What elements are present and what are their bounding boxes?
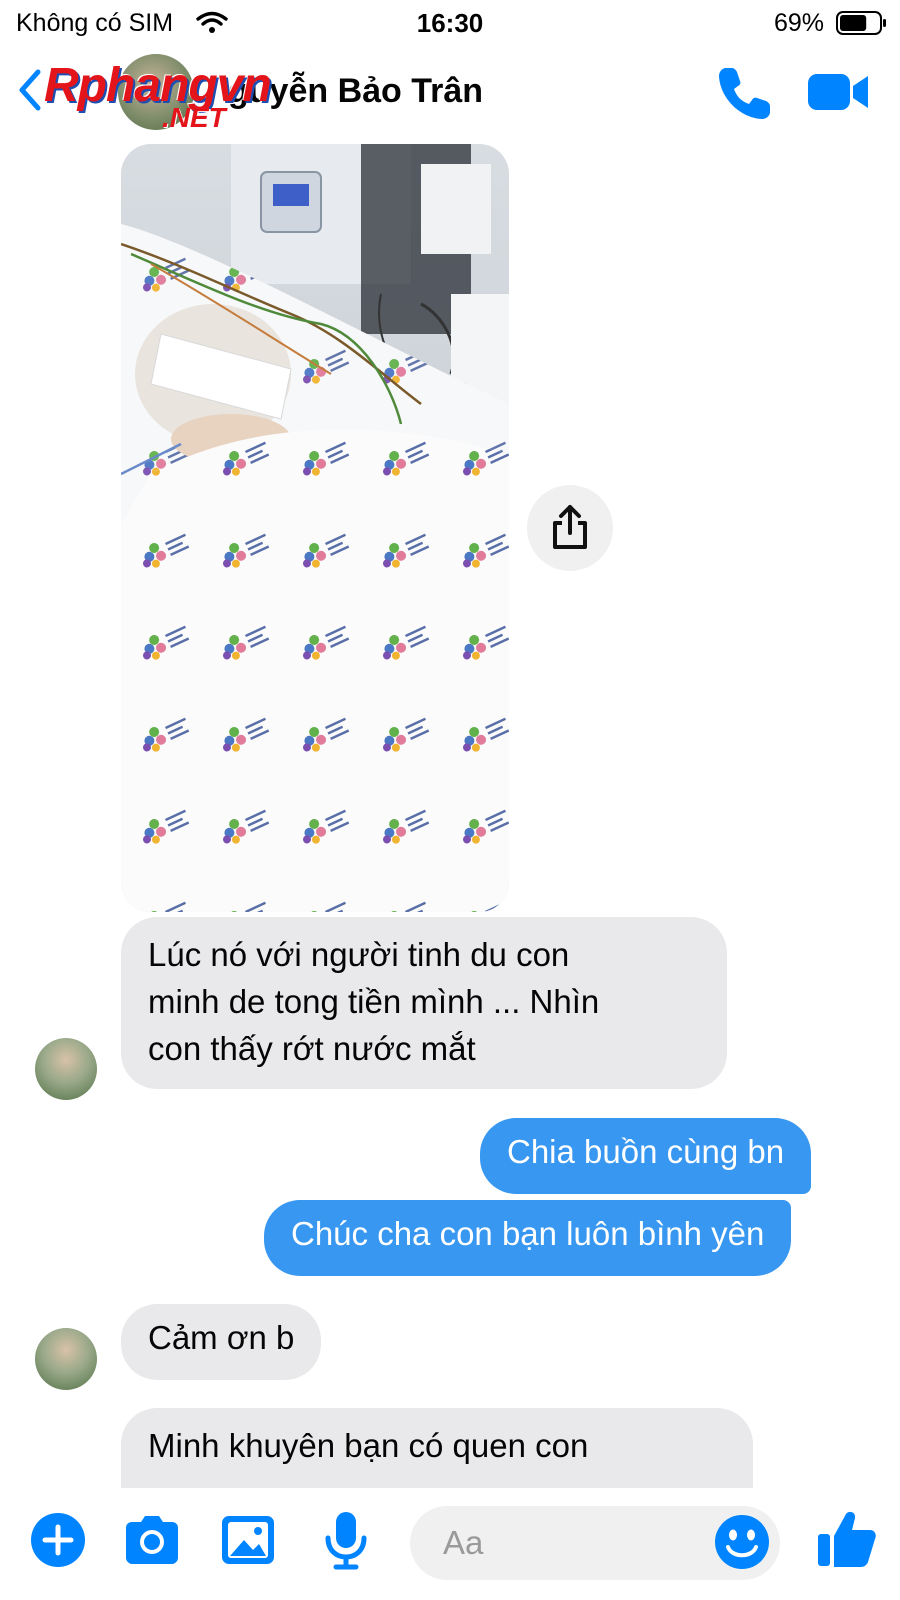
message-line: Lúc nó với người tinh du con bbox=[148, 936, 570, 973]
emoji-icon[interactable] bbox=[714, 1514, 770, 1570]
back-chevron-icon[interactable] bbox=[18, 68, 42, 112]
message-line: minh de tong tiền mình ... Nhìn bbox=[148, 983, 600, 1020]
battery-percent: 69% bbox=[774, 9, 825, 37]
hospital-photo-image bbox=[121, 144, 509, 912]
clock: 16:30 bbox=[416, 8, 484, 38]
message-incoming[interactable]: Minh khuyên bạn có quen con bbox=[121, 1408, 753, 1488]
watermark-domain: .NET bbox=[162, 102, 226, 133]
message-text: Cảm ơn b bbox=[148, 1319, 295, 1356]
image-icon[interactable] bbox=[218, 1510, 278, 1570]
message-line: con thấy rớt nước mắt bbox=[148, 1030, 476, 1067]
phone-icon[interactable] bbox=[716, 64, 774, 122]
microphone-icon[interactable] bbox=[316, 1510, 376, 1570]
contact-avatar-small[interactable] bbox=[35, 1328, 97, 1390]
share-icon bbox=[553, 505, 587, 549]
plus-icon[interactable] bbox=[28, 1510, 88, 1570]
share-button[interactable] bbox=[527, 485, 613, 571]
shared-photo[interactable] bbox=[121, 144, 509, 912]
watermark-logo: Rphangvn .NET bbox=[44, 58, 324, 136]
message-text: Chia buồn cùng bn bbox=[507, 1133, 785, 1170]
status-bar: Không có SIM 16:30 69% bbox=[0, 0, 900, 46]
contact-avatar-small[interactable] bbox=[35, 1038, 97, 1100]
message-incoming[interactable]: Cảm ơn b bbox=[121, 1304, 322, 1380]
thumbs-up-icon[interactable] bbox=[816, 1508, 878, 1570]
watermark-text: Rphangvn bbox=[44, 59, 272, 112]
message-incoming[interactable]: Lúc nó với người tinh du con minh de ton… bbox=[121, 917, 727, 1089]
message-line: Minh khuyên bạn có quen con bbox=[148, 1427, 589, 1464]
video-camera-icon[interactable] bbox=[808, 70, 870, 114]
message-text: Chúc cha con bạn luôn bình yên bbox=[291, 1215, 765, 1252]
message-composer bbox=[0, 1488, 900, 1600]
chat-header: guyễn Bảo Trân Rphangvn .NET bbox=[0, 46, 900, 138]
message-outgoing[interactable]: Chúc cha con bạn luôn bình yên bbox=[264, 1200, 792, 1276]
battery-icon bbox=[836, 11, 886, 35]
camera-icon[interactable] bbox=[122, 1510, 182, 1570]
conversation[interactable]: Lúc nó với người tinh du con minh de ton… bbox=[0, 138, 900, 1488]
message-outgoing[interactable]: Chia buồn cùng bn bbox=[480, 1118, 812, 1194]
